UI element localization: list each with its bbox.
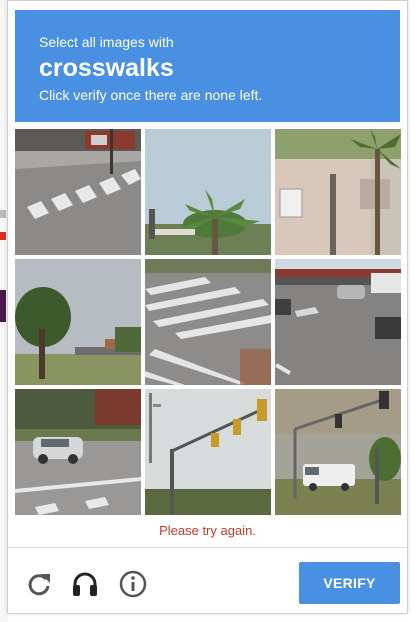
background-page-mark	[0, 290, 6, 322]
audio-challenge-button[interactable]	[70, 569, 100, 599]
captcha-tile-2[interactable]	[145, 129, 271, 255]
instruction-subtext: Click verify once there are none left.	[39, 87, 263, 103]
captcha-tile-1[interactable]	[15, 129, 141, 255]
verify-button[interactable]: VERIFY	[299, 562, 400, 604]
background-page-mark	[0, 232, 6, 240]
target-keyword: crosswalks	[39, 54, 174, 82]
info-icon	[119, 570, 147, 598]
crosswalk-closeup-image	[145, 259, 271, 385]
reload-icon	[28, 574, 50, 596]
street-with-cars-image	[275, 259, 401, 385]
palm-tree-image	[145, 129, 271, 255]
captcha-tile-4[interactable]	[15, 259, 141, 385]
reload-button[interactable]	[24, 569, 54, 599]
captcha-tile-9[interactable]	[275, 389, 401, 515]
info-button[interactable]	[118, 569, 148, 599]
traffic-lights-image	[145, 389, 271, 515]
image-grid	[15, 129, 401, 515]
tree-by-road-image	[15, 259, 141, 385]
footer-divider	[8, 547, 407, 548]
headphones-icon	[73, 572, 97, 596]
captcha-tile-8[interactable]	[145, 389, 271, 515]
truck-and-signal-pole-image	[275, 389, 401, 515]
captcha-tile-3[interactable]	[275, 129, 401, 255]
white-car-on-street-image	[15, 389, 141, 515]
captcha-tile-7[interactable]	[15, 389, 141, 515]
instruction-text: Select all images with	[39, 34, 174, 50]
road-with-crosswalk-image	[15, 129, 141, 255]
captcha-tile-6[interactable]	[275, 259, 401, 385]
background-page-mark	[0, 210, 6, 218]
captcha-dialog: Select all images with crosswalks Click …	[7, 0, 408, 614]
captcha-header: Select all images with crosswalks Click …	[15, 10, 400, 122]
error-message: Please try again.	[159, 523, 256, 538]
building-with-palm-image	[275, 129, 401, 255]
captcha-tile-5[interactable]	[145, 259, 271, 385]
